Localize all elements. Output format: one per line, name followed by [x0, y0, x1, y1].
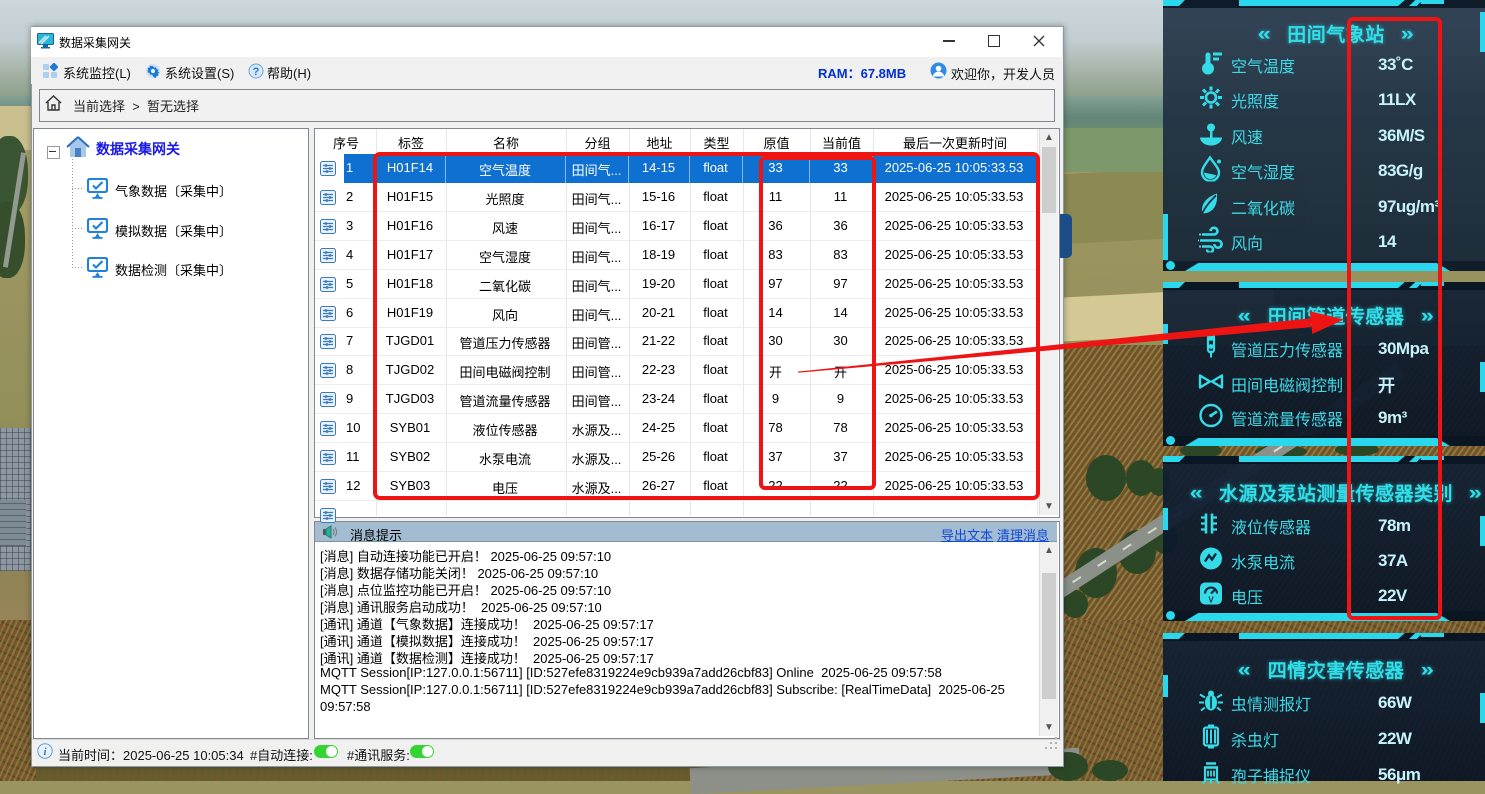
svg-text:V: V [1208, 596, 1214, 605]
svg-text:?: ? [253, 66, 260, 78]
